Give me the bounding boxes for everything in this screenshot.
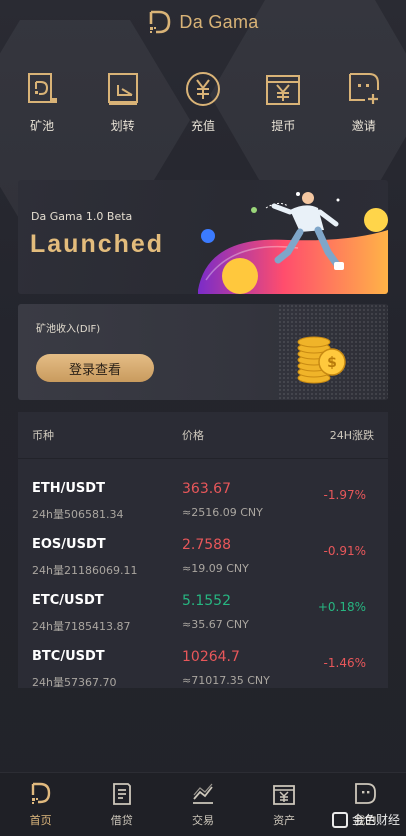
brand-name: Da Gama	[179, 11, 259, 32]
tab-trade[interactable]: 交易	[168, 781, 238, 836]
price-cny: ≈71017.35 CNY	[182, 674, 270, 687]
last-price: 2.7588	[182, 537, 231, 553]
pair-name: ETH/USDT	[32, 481, 105, 496]
tab-home[interactable]: 首页	[6, 781, 76, 836]
price-cny: ≈19.09 CNY	[182, 562, 249, 575]
banner-title: Launched	[30, 230, 165, 258]
withdraw-yen-icon	[266, 75, 301, 105]
launch-banner[interactable]: Da Gama 1.0 Beta Launched	[18, 180, 388, 294]
coin-stack-icon: $	[297, 336, 346, 384]
banner-subtitle: Da Gama 1.0 Beta	[31, 210, 133, 223]
action-label: 矿池	[30, 119, 55, 133]
change-24h: -1.46%	[323, 656, 366, 670]
price-cny: ≈2516.09 CNY	[182, 506, 263, 519]
tab-label: 交易	[191, 814, 214, 827]
market-row-eth[interactable]: ETH/USDT 24h量506581.34 363.67 ≈2516.09 C…	[18, 481, 388, 537]
column-header-pair[interactable]: 币种	[18, 427, 170, 443]
tab-assets[interactable]: 资产	[249, 781, 319, 836]
mining-pool-icon	[28, 73, 58, 103]
market-table: 币种 价格 24H涨跌 ETH/USDT 24h量506581.34 363.6…	[18, 412, 388, 689]
volume-24h: 24h量506581.34	[32, 508, 124, 521]
trade-chart-icon	[192, 783, 213, 804]
change-24h: -0.91%	[323, 544, 366, 558]
loan-icon	[112, 783, 131, 805]
column-header-price[interactable]: 价格	[170, 427, 290, 443]
watermark-logo-icon	[331, 811, 348, 828]
last-price: 5.1552	[182, 593, 231, 609]
change-24h: +0.18%	[317, 600, 366, 614]
action-withdraw[interactable]: 提币	[250, 70, 316, 140]
mining-earnings-card: 矿池收入(DIF) 登录查看 $	[18, 304, 388, 400]
earnings-label: 矿池收入(DIF)	[36, 324, 101, 335]
tab-label: 首页	[29, 814, 52, 827]
market-row-eos[interactable]: EOS/USDT 24h量21186069.11 2.7588 ≈19.09 C…	[18, 537, 388, 593]
last-price: 363.67	[182, 481, 231, 497]
change-24h: -1.97%	[323, 488, 366, 502]
tab-loan[interactable]: 借贷	[87, 781, 157, 836]
market-row-btc[interactable]: BTC/USDT 24h量57367.70 10264.7 ≈71017.35 …	[18, 649, 388, 705]
assets-icon	[273, 785, 296, 805]
market-table-header: 币种 价格 24H涨跌	[18, 412, 388, 459]
action-label: 充值	[190, 119, 215, 133]
market-row-etc[interactable]: ETC/USDT 24h量7185413.87 5.1552 ≈35.67 CN…	[18, 593, 388, 649]
volume-24h: 24h量57367.70	[32, 676, 117, 689]
action-invite[interactable]: 邀请	[331, 70, 397, 140]
action-mining-pool[interactable]: 矿池	[9, 70, 75, 140]
home-screen: Da Gama 矿池 划转 充值 提币 邀请 Da Gama 1.0 Beta …	[0, 0, 406, 836]
volume-24h: 24h量21186069.11	[32, 564, 138, 577]
column-header-change[interactable]: 24H涨跌	[290, 427, 388, 443]
transfer-icon	[107, 73, 138, 105]
watermark-text: 金色财经	[351, 813, 400, 827]
action-transfer[interactable]: 划转	[90, 70, 156, 140]
watermark: 金色财经	[331, 811, 400, 828]
last-price: 10264.7	[182, 649, 240, 665]
action-label: 邀请	[351, 119, 376, 133]
pair-name: BTC/USDT	[32, 649, 105, 664]
tab-label: 借贷	[110, 814, 133, 827]
login-to-view-button[interactable]: 登录查看	[36, 354, 154, 382]
home-icon	[31, 782, 50, 804]
invite-icon	[348, 73, 379, 104]
pair-name: EOS/USDT	[32, 537, 106, 552]
svg-text:$: $	[327, 355, 337, 371]
app-header: Da Gama	[0, 6, 406, 38]
banner-illustration	[198, 192, 388, 294]
action-deposit[interactable]: 充值	[170, 70, 236, 140]
volume-24h: 24h量7185413.87	[32, 620, 131, 633]
quick-actions: 矿池 划转 充值 提币 邀请	[0, 70, 406, 140]
price-cny: ≈35.67 CNY	[182, 618, 249, 631]
da-gama-logo-icon	[150, 10, 171, 34]
action-label: 划转	[110, 119, 135, 133]
tab-label: 资产	[273, 814, 296, 827]
market-rows: ETH/USDT 24h量506581.34 363.67 ≈2516.09 C…	[18, 459, 388, 705]
pair-name: ETC/USDT	[32, 593, 104, 608]
profile-icon	[355, 783, 377, 804]
action-label: 提币	[271, 119, 296, 133]
deposit-yen-icon	[185, 72, 220, 106]
